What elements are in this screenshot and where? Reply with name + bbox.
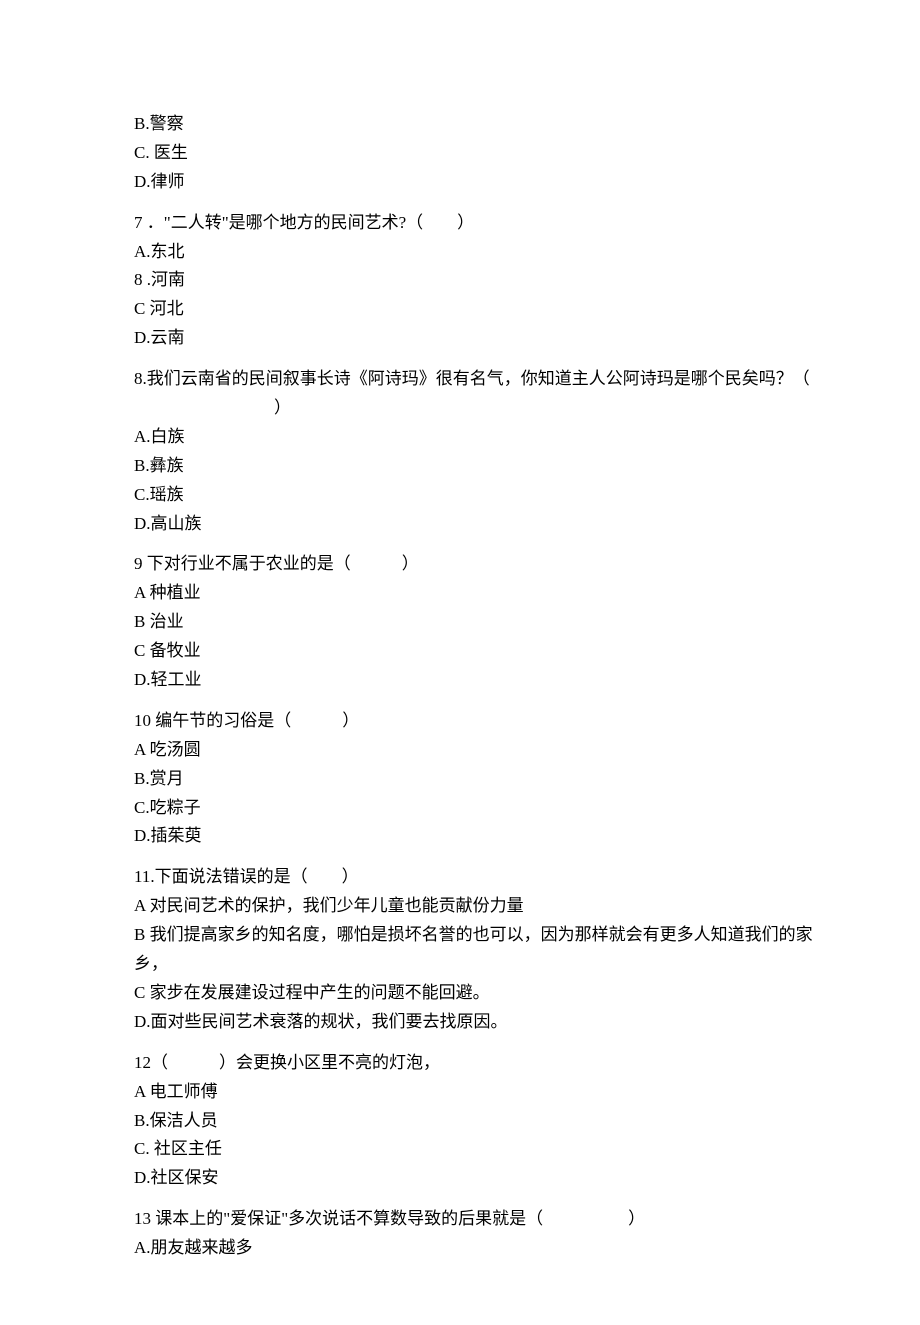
q9-option-d: D.轻工业 bbox=[134, 666, 820, 695]
question-13: 13 课本上的"爱保证"多次说话不算数导致的后果就是（ ） A.朋友越来越多 bbox=[134, 1205, 820, 1263]
q12-option-c: C. 社区主任 bbox=[134, 1135, 820, 1164]
q11-option-a: A 对民间艺术的保护，我们少年儿童也能贡献份力量 bbox=[134, 892, 820, 921]
q8-option-c: C.瑶族 bbox=[134, 481, 820, 510]
q12-option-d: D.社区保安 bbox=[134, 1164, 820, 1193]
q9-option-a: A 种植业 bbox=[134, 579, 820, 608]
q10-stem: 10 编午节的习俗是（ ） bbox=[134, 707, 820, 736]
question-9: 9 下对行业不属于农业的是（ ） A 种植业 B 治业 C 备牧业 D.轻工业 bbox=[134, 550, 820, 694]
q13-stem: 13 课本上的"爱保证"多次说话不算数导致的后果就是（ ） bbox=[134, 1205, 820, 1234]
q10-option-c: C.吃粽子 bbox=[134, 794, 820, 823]
q9-stem: 9 下对行业不属于农业的是（ ） bbox=[134, 550, 820, 579]
q6-option-b: B.警察 bbox=[134, 110, 820, 139]
question-6-tail: B.警察 C. 医生 D.律师 bbox=[134, 110, 820, 197]
question-7: 7 ．"二人转"是哪个地方的民间艺术?（ ） A.东北 8 .河南 C 河北 D… bbox=[134, 209, 820, 353]
q8-option-d: D.高山族 bbox=[134, 510, 820, 539]
q7-option-d: D.云南 bbox=[134, 324, 820, 353]
q6-option-c: C. 医生 bbox=[134, 139, 820, 168]
q11-option-d: D.面对些民间艺术衰落的规状，我们要去找原因。 bbox=[134, 1008, 820, 1037]
question-8: 8.我们云南省的民间叙事长诗《阿诗玛》很有名气，你知道主人公阿诗玛是哪个民矣吗？… bbox=[134, 365, 820, 538]
q12-stem: 12（ ）会更换小区里不亮的灯泡， bbox=[134, 1049, 820, 1078]
q12-option-a: A 电工师傅 bbox=[134, 1078, 820, 1107]
q8-option-a: A.白族 bbox=[134, 423, 820, 452]
q7-stem: 7 ．"二人转"是哪个地方的民间艺术?（ ） bbox=[134, 209, 820, 238]
question-12: 12（ ）会更换小区里不亮的灯泡， A 电工师傅 B.保洁人员 C. 社区主任 … bbox=[134, 1049, 820, 1193]
q7-option-a: A.东北 bbox=[134, 238, 820, 267]
q9-option-c: C 备牧业 bbox=[134, 637, 820, 666]
q8-close-paren: ） bbox=[134, 394, 820, 423]
q7-option-b: 8 .河南 bbox=[134, 266, 820, 295]
q12-option-b: B.保洁人员 bbox=[134, 1107, 820, 1136]
q13-option-a: A.朋友越来越多 bbox=[134, 1234, 820, 1263]
q10-option-a: A 吃汤圆 bbox=[134, 736, 820, 765]
q6-option-d: D.律师 bbox=[134, 168, 820, 197]
question-11: 11.下面说法错误的是（ ） A 对民间艺术的保护，我们少年儿童也能贡献份力量 … bbox=[134, 863, 820, 1036]
question-10: 10 编午节的习俗是（ ） A 吃汤圆 B.赏月 C.吃粽子 D.插茱萸 bbox=[134, 707, 820, 851]
q11-stem: 11.下面说法错误的是（ ） bbox=[134, 863, 820, 892]
q8-stem: 8.我们云南省的民间叙事长诗《阿诗玛》很有名气，你知道主人公阿诗玛是哪个民矣吗？… bbox=[134, 365, 820, 394]
q10-option-d: D.插茱萸 bbox=[134, 822, 820, 851]
q9-option-b: B 治业 bbox=[134, 608, 820, 637]
q11-option-b: B 我们提高家乡的知名度，哪怕是损坏名誉的也可以，因为那样就会有更多人知道我们的… bbox=[134, 921, 820, 979]
q10-option-b: B.赏月 bbox=[134, 765, 820, 794]
q7-option-c: C 河北 bbox=[134, 295, 820, 324]
q11-option-c: C 家步在发展建设过程中产生的问题不能回避。 bbox=[134, 979, 820, 1008]
q8-option-b: B.彝族 bbox=[134, 452, 820, 481]
